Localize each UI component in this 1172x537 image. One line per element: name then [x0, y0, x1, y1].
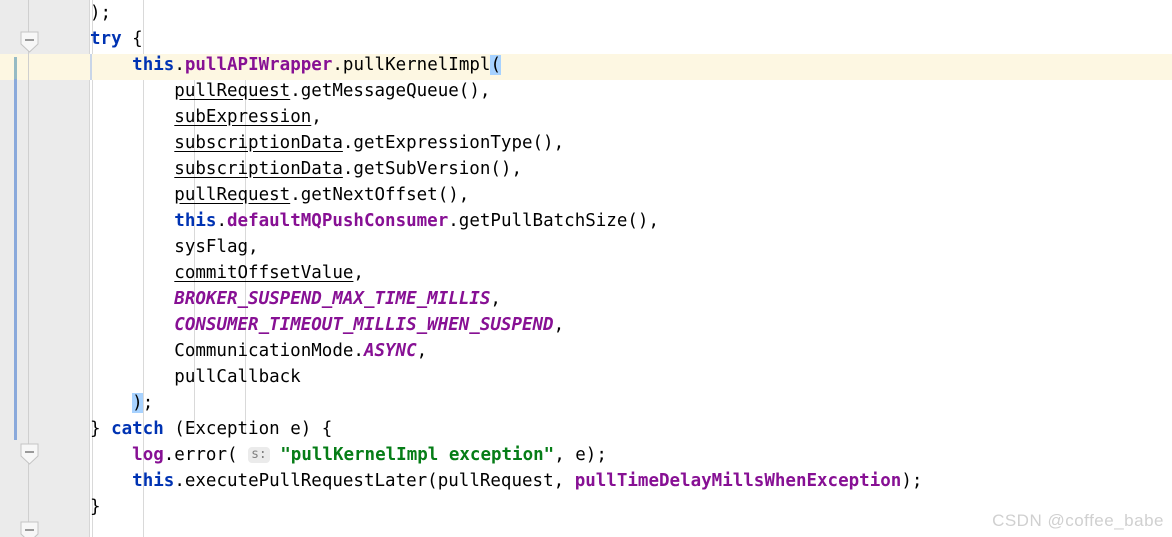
parameter-hint-badge: s:	[248, 447, 270, 463]
code-token: ;	[142, 393, 154, 413]
fold-marker-catch-block[interactable]	[20, 443, 39, 465]
code-token: subscriptionData	[174, 133, 343, 153]
code-token: (	[490, 55, 501, 75]
code-token: commitOffsetValue	[174, 263, 354, 283]
code-line-arg-subexpression[interactable]: subExpression,	[90, 104, 322, 130]
code-token: pullRequest	[174, 185, 291, 205]
code-line-log-error[interactable]: log.error( s: "pullKernelImpl exception"…	[90, 442, 607, 468]
code-token: )	[132, 393, 143, 413]
vcs-change-stripe-modified[interactable]	[14, 57, 17, 440]
code-line-arg-subversion[interactable]: subscriptionData.getSubVersion(),	[90, 156, 522, 182]
code-token: pullRequest	[174, 81, 291, 101]
code-token: BROKER_SUSPEND_MAX_TIME_MILLIS	[174, 289, 491, 309]
code-token: }	[90, 419, 112, 439]
code-token: this	[132, 471, 175, 491]
code-token: .getExpressionType(),	[342, 133, 565, 153]
fold-minus-icon	[20, 31, 39, 53]
code-token: .	[216, 211, 227, 231]
code-token: .	[332, 55, 343, 75]
code-token: this	[174, 211, 217, 231]
code-token: ,	[353, 263, 364, 283]
code-line-arg-pullcallback[interactable]: pullCallback	[90, 364, 301, 390]
code-line-catch[interactable]: } catch (Exception e) {	[90, 416, 332, 442]
fold-minus-glyph	[25, 451, 34, 453]
code-token: (Exception e) {	[163, 419, 333, 439]
code-token: pullKernelImpl	[342, 55, 491, 75]
code-token: }	[90, 497, 101, 517]
code-token: subExpression	[174, 107, 312, 127]
code-token: pullAPIWrapper	[184, 55, 333, 75]
code-token: ASYNC	[363, 341, 417, 361]
code-line-arg-pullbatchsize[interactable]: this.defaultMQPushConsumer.getPullBatchS…	[90, 208, 659, 234]
code-token: try	[90, 29, 122, 49]
code-line-pullkernelimpl-call[interactable]: this.pullAPIWrapper.pullKernelImpl(	[90, 52, 501, 78]
code-line-execute-pull-request-later[interactable]: this.executePullRequestLater(pullRequest…	[90, 468, 922, 494]
fold-marker-method-end[interactable]	[20, 521, 39, 537]
fold-minus-glyph	[25, 529, 34, 531]
code-line-arg-messagequeue[interactable]: pullRequest.getMessageQueue(),	[90, 78, 490, 104]
code-token: CommunicationMode.	[90, 341, 364, 361]
code-token: CONSUMER_TIMEOUT_MILLIS_WHEN_SUSPEND	[174, 315, 554, 335]
code-token: log	[132, 445, 164, 465]
code-line-arg-communicationmode-async[interactable]: CommunicationMode.ASYNC,	[90, 338, 427, 364]
code-token: this	[132, 55, 175, 75]
code-line-close-paren[interactable]: );	[90, 390, 153, 416]
code-token: .getMessageQueue(),	[290, 81, 491, 101]
code-token: .getSubVersion(),	[342, 159, 522, 179]
code-token: );	[90, 3, 112, 23]
fold-marker-try-block[interactable]	[20, 31, 39, 53]
code-line-arg-sysflag[interactable]: sysFlag,	[90, 234, 259, 260]
code-token: pullCallback	[90, 367, 301, 387]
code-line-arg-consumer-timeout[interactable]: CONSUMER_TIMEOUT_MILLIS_WHEN_SUSPEND,	[90, 312, 564, 338]
code-token: ,	[311, 107, 322, 127]
vcs-change-stripe-current[interactable]	[14, 57, 17, 79]
code-token: pullTimeDelayMillsWhenException	[574, 471, 902, 491]
code-token: ,	[490, 289, 501, 309]
code-token: "pullKernelImpl exception"	[280, 445, 555, 465]
code-line-arg-broker-suspend[interactable]: BROKER_SUSPEND_MAX_TIME_MILLIS,	[90, 286, 501, 312]
code-line-arg-expressiontype[interactable]: subscriptionData.getExpressionType(),	[90, 130, 564, 156]
code-line-try[interactable]: try {	[90, 26, 143, 52]
code-token: subscriptionData	[174, 159, 343, 179]
code-token: );	[901, 471, 923, 491]
code-line-close-call[interactable]: );	[90, 0, 111, 26]
code-token: .executePullRequestLater(pullRequest,	[174, 471, 575, 491]
code-token: ,	[553, 315, 565, 335]
code-token: .getNextOffset(),	[290, 185, 470, 205]
code-line-arg-commitoffsetvalue[interactable]: commitOffsetValue,	[90, 260, 364, 286]
code-token: ,	[416, 341, 428, 361]
code-content-area[interactable]: ); try { this.pullAPIWrapper.pullKernelIm…	[90, 0, 1172, 537]
code-editor[interactable]: ); try { this.pullAPIWrapper.pullKernelIm…	[0, 0, 1172, 537]
code-line-arg-nextoffset[interactable]: pullRequest.getNextOffset(),	[90, 182, 469, 208]
fold-minus-icon	[20, 443, 39, 465]
code-token: , e);	[554, 445, 607, 465]
code-token: .getPullBatchSize(),	[448, 211, 659, 231]
code-token: catch	[111, 419, 164, 439]
code-token: {	[121, 29, 143, 49]
code-token: .error(	[163, 445, 249, 465]
code-token: .	[174, 55, 185, 75]
fold-minus-glyph	[25, 39, 34, 41]
code-line-close-brace[interactable]: }	[90, 494, 101, 520]
code-token: defaultMQPushConsumer	[227, 211, 449, 231]
code-token: sysFlag,	[90, 237, 259, 257]
